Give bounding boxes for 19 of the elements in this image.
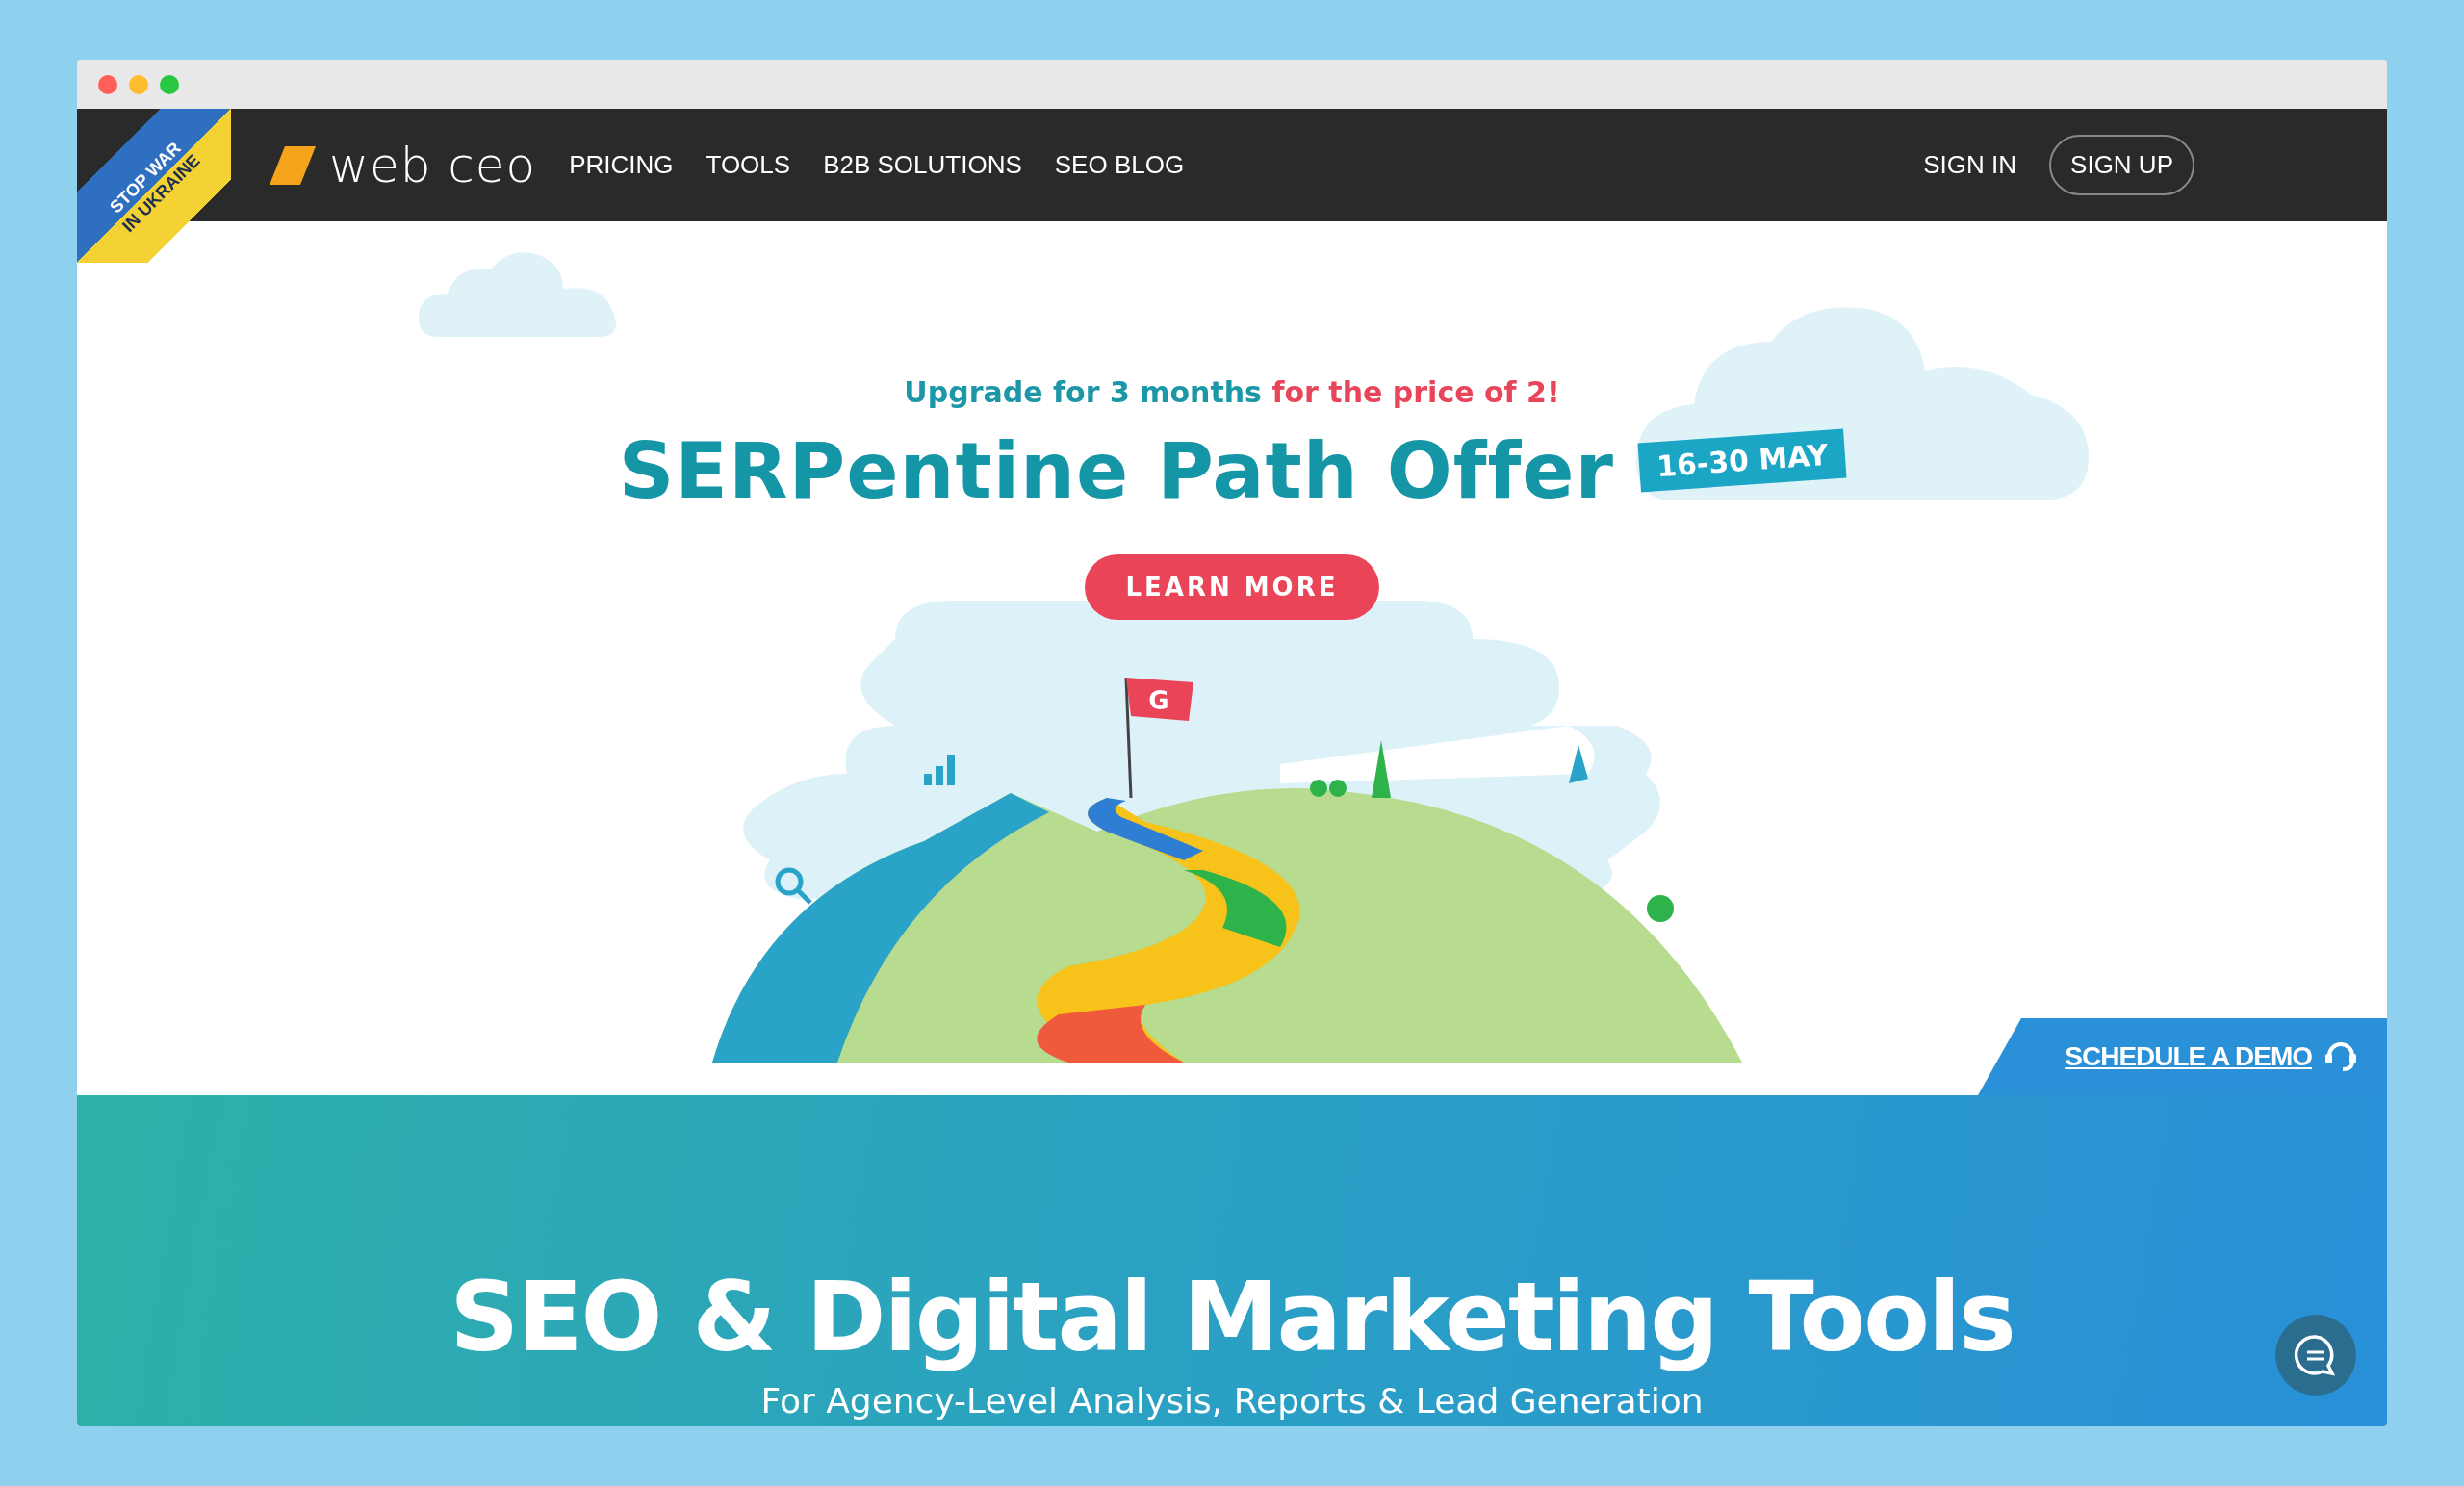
headset-icon — [2323, 1040, 2358, 1073]
logo-mark-icon — [270, 145, 316, 185]
minimize-window-dot[interactable] — [129, 74, 148, 94]
close-window-dot[interactable] — [98, 74, 117, 94]
sign-up-button[interactable]: SIGN UP — [2049, 135, 2194, 195]
nav-link[interactable]: SEO BLOG — [1054, 150, 1185, 180]
logo-text[interactable]: web ceo — [329, 137, 537, 193]
flag-label: G — [1148, 686, 1169, 715]
offer-title: SERPentine Path Offer — [618, 426, 1614, 516]
nav-link[interactable]: B2B SOLUTIONS — [823, 150, 1022, 180]
sign-in-link[interactable]: SIGN IN — [1923, 150, 2017, 180]
learn-more-button[interactable]: LEARN MORE — [1085, 554, 1379, 620]
promo-text: Upgrade for 3 months for the price of 2! — [904, 375, 1560, 409]
nav-link[interactable]: PRICING — [569, 150, 674, 180]
band-title: SEO & Digital Marketing Tools — [449, 1261, 2015, 1373]
band-subtitle: For Agency-Level Analysis, Reports & Lead Generation — [760, 1381, 1704, 1421]
chat-bubble-icon — [2294, 1334, 2338, 1376]
maximize-window-dot[interactable] — [160, 74, 179, 94]
nav-link[interactable]: TOOLS — [706, 150, 791, 180]
